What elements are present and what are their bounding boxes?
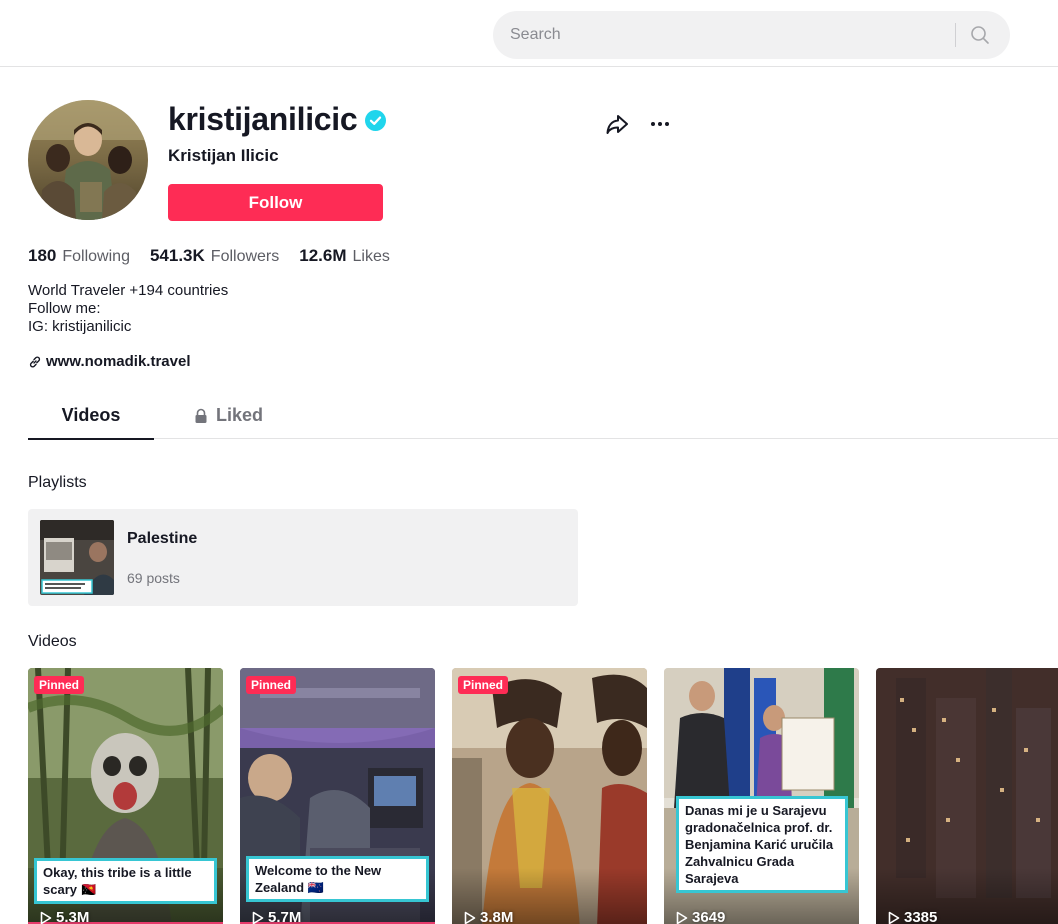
stat-likes: 12.6M Likes — [299, 246, 390, 266]
search-input[interactable] — [510, 23, 930, 47]
playlist-thumbnail — [40, 520, 114, 595]
video-view-count: 5.7M — [268, 909, 302, 924]
video-view-count: 3385 — [904, 909, 938, 924]
profile-nickname: Kristijan Ilicic — [168, 146, 279, 165]
playlist-card[interactable]: Palestine 69 posts — [28, 509, 578, 606]
profile-tabs: Videos Liked — [28, 392, 1058, 440]
tab-label: Liked — [215, 405, 263, 425]
search-divider — [955, 23, 956, 47]
video-views: 3649 — [676, 909, 725, 924]
play-icon — [464, 911, 476, 924]
stat-label: Likes — [352, 248, 390, 265]
stat-followers[interactable]: 541.3K Followers — [150, 246, 279, 266]
pinned-badge: Pinned — [34, 676, 85, 694]
play-icon — [676, 911, 688, 924]
bio-line: World Traveler +194 countries — [28, 282, 229, 299]
video-views: 5.7M — [252, 909, 301, 924]
stat-label: Following — [62, 248, 130, 265]
lock-icon — [195, 408, 207, 423]
playlist-name: Palestine — [127, 530, 198, 547]
follow-button[interactable]: Follow — [168, 184, 383, 221]
search-box[interactable] — [493, 11, 1010, 59]
stat-value: 12.6M — [299, 246, 347, 265]
video-caption: Danas mi je u Sarajevu gradonačelnica pr… — [676, 796, 848, 893]
video-card[interactable]: Pinned Welcome to the New Zealand 🇳🇿 5.7… — [240, 668, 435, 924]
video-card[interactable]: Pinned 3.8M — [452, 668, 647, 924]
verified-badge-icon — [365, 110, 386, 131]
pinned-badge: Pinned — [458, 676, 509, 694]
tab-videos[interactable]: Videos — [28, 392, 154, 440]
more-icon — [651, 122, 669, 126]
video-view-count: 3649 — [692, 909, 726, 924]
pinned-badge: Pinned — [246, 676, 297, 694]
playlists-heading: Playlists — [28, 474, 87, 491]
video-views: 3385 — [888, 909, 937, 924]
tab-label: Videos — [61, 405, 121, 425]
more-options-button[interactable] — [646, 110, 674, 138]
video-views: 5.3M — [40, 909, 89, 924]
tab-liked[interactable]: Liked — [178, 392, 278, 439]
bio-line: IG: kristijanilicic — [28, 318, 132, 335]
bio-line: Follow me: — [28, 300, 101, 317]
profile-username: kristijanilicic — [168, 101, 358, 137]
video-card[interactable]: 3385 — [876, 668, 1058, 924]
profile-link-text: www.nomadik.travel — [46, 353, 191, 370]
profile-stats: 180 Following 541.3K Followers 12.6M Lik… — [28, 246, 390, 266]
video-views: 3.8M — [464, 909, 513, 924]
video-card[interactable]: Danas mi je u Sarajevu gradonačelnica pr… — [664, 668, 859, 924]
stat-value: 180 — [28, 246, 57, 265]
link-icon — [29, 356, 41, 367]
search-button[interactable] — [963, 19, 997, 51]
video-caption: Welcome to the New Zealand 🇳🇿 — [246, 856, 429, 902]
profile-link[interactable]: www.nomadik.travel — [28, 353, 191, 370]
stat-following[interactable]: 180 Following — [28, 246, 130, 266]
stat-label: Followers — [210, 248, 280, 265]
search-icon — [971, 26, 989, 44]
share-button[interactable] — [603, 110, 631, 138]
profile-bio: World Traveler +194 countries Follow me:… — [28, 282, 228, 336]
top-bar — [0, 0, 1058, 67]
video-caption: Okay, this tribe is a little scary 🇵🇬 — [34, 858, 217, 904]
videos-heading: Videos — [28, 633, 77, 650]
video-view-count: 5.3M — [56, 909, 90, 924]
playlist-post-count: 69 posts — [127, 570, 180, 586]
play-icon — [888, 911, 900, 924]
stat-value: 541.3K — [149, 246, 205, 265]
avatar — [28, 100, 148, 220]
play-icon — [252, 911, 264, 924]
video-view-count: 3.8M — [480, 909, 514, 924]
share-icon — [606, 115, 628, 134]
video-card[interactable]: Pinned Okay, this tribe is a little scar… — [28, 668, 223, 924]
play-icon — [40, 911, 52, 924]
